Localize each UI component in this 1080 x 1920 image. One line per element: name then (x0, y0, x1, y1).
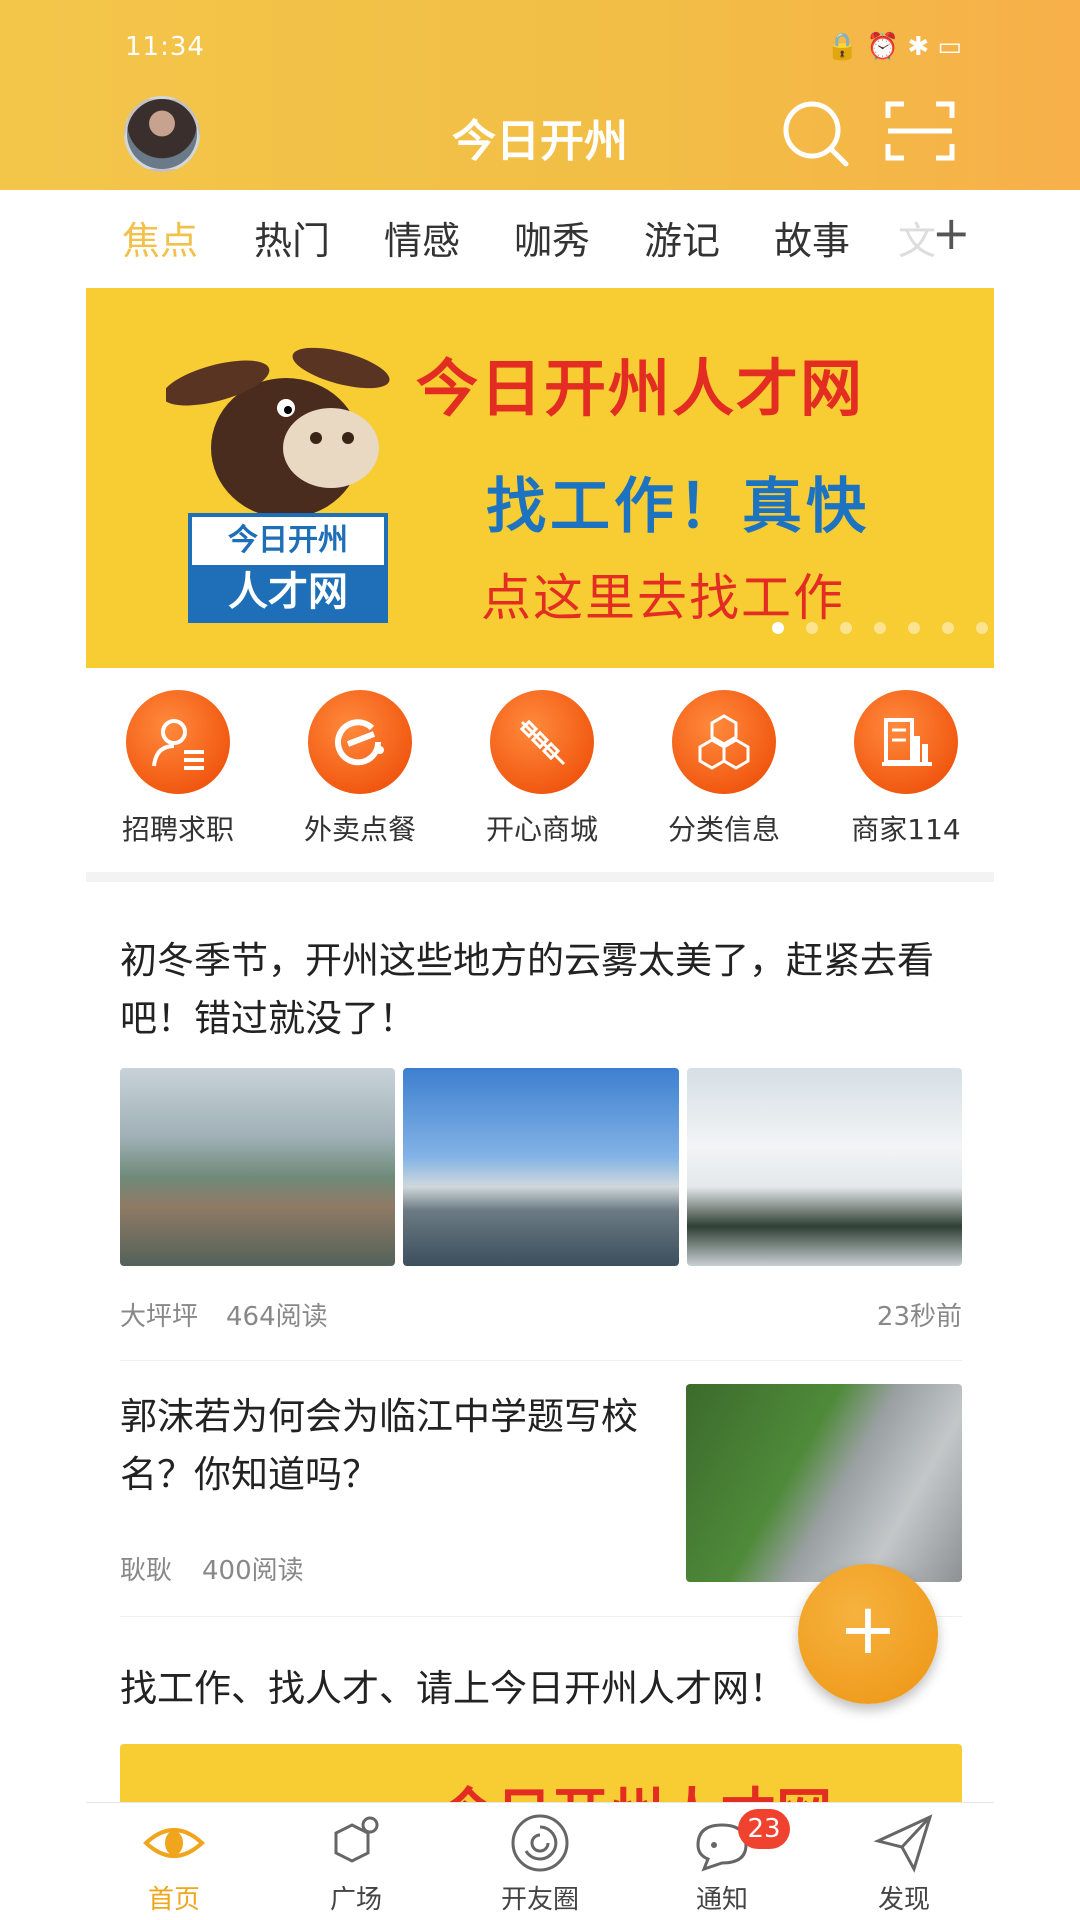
banner-title: 今日开州人才网 (416, 352, 865, 425)
search-icon[interactable] (780, 98, 852, 170)
carousel-dot[interactable] (840, 622, 852, 634)
article-thumbnail[interactable] (120, 1068, 396, 1266)
article-author[interactable]: 耿耿 (120, 1550, 172, 1587)
bottom-nav: 首页 广场 开友圈 23 通知 发现 (86, 1802, 994, 1920)
quick-recruit-label: 招聘求职 (121, 813, 234, 846)
quick-takeout[interactable]: 外卖点餐 (280, 690, 440, 848)
paper-plane-icon (873, 1814, 933, 1873)
article-banner-text: 今日开州人才网 (440, 1770, 832, 1804)
e-logo-icon (308, 690, 412, 794)
nav-notify-label: 通知 (695, 1885, 748, 1915)
tab-kaxiu[interactable]: 咖秀 (514, 210, 590, 265)
carousel-dot[interactable] (908, 622, 920, 634)
nav-home[interactable]: 首页 (104, 1811, 244, 1916)
article-author[interactable]: 大坪坪 (120, 1296, 198, 1333)
article-image-row[interactable] (120, 1068, 962, 1266)
quick-classified[interactable]: 分类信息 (644, 690, 804, 848)
quick-merchant-label: 商家114 (851, 813, 961, 846)
category-tabs: 焦点 热门 情感 咖秀 游记 故事 文 + (86, 190, 994, 286)
honeycomb-icon (672, 690, 776, 794)
divider (120, 1360, 962, 1361)
nav-square-label: 广场 (329, 1885, 382, 1915)
article-title[interactable]: 初冬季节，开州这些地方的云雾太美了，赶紧去看吧！错过就没了！ (120, 932, 970, 1048)
donkey-mascot-icon (166, 347, 390, 518)
promo-banner[interactable]: 今日开州 人才网 今日开州人才网 找工作！真快 点这里去找工作 (86, 288, 994, 668)
status-icons: 🔒 ⏰ ✱ ▭ (826, 32, 962, 62)
hexagon-icon (334, 1816, 379, 1863)
tab-hot[interactable]: 热门 (254, 210, 330, 265)
tab-partial[interactable]: 文 (898, 210, 936, 265)
tab-story[interactable]: 故事 (774, 210, 850, 265)
carousel-dot[interactable] (942, 622, 954, 634)
eye-icon (143, 1828, 205, 1858)
quick-recruit[interactable]: 招聘求职 (98, 690, 258, 848)
nav-circle[interactable]: 开友圈 (470, 1811, 610, 1916)
nav-circle-label: 开友圈 (500, 1885, 579, 1915)
status-time: 11:34 (125, 32, 205, 62)
quick-mall[interactable]: 开心商城 (462, 690, 622, 848)
person-list-icon (126, 690, 230, 794)
carousel-dot[interactable] (772, 622, 784, 634)
app-header: 11:34 🔒 ⏰ ✱ ▭ 今日开州 (0, 0, 1080, 190)
banner-logo: 今日开州 人才网 (188, 513, 388, 623)
article-banner[interactable]: 今日开州人才网 (120, 1744, 962, 1804)
banner-cta: 点这里去找工作 (481, 569, 845, 627)
skewer-icon (490, 690, 594, 794)
nav-square[interactable]: 广场 (286, 1811, 426, 1916)
tab-focus[interactable]: 焦点 (122, 210, 198, 265)
quick-takeout-label: 外卖点餐 (303, 813, 416, 846)
article-thumbnail[interactable] (686, 1068, 962, 1266)
nav-discover[interactable]: 发现 (834, 1811, 974, 1916)
article-thumbnail[interactable] (403, 1068, 679, 1266)
quick-merchant[interactable]: 商家114 (826, 690, 986, 848)
carousel-dots (772, 622, 988, 634)
spiral-icon (511, 1814, 569, 1872)
scan-icon[interactable] (884, 98, 956, 164)
nav-notify[interactable]: 23 通知 (652, 1809, 792, 1916)
tab-travel[interactable]: 游记 (644, 210, 720, 265)
section-divider (86, 872, 994, 882)
carousel-dot[interactable] (874, 622, 886, 634)
add-post-button[interactable]: + (798, 1564, 938, 1704)
article-time: 23秒前 (876, 1302, 962, 1332)
quick-classified-label: 分类信息 (667, 813, 780, 846)
nav-discover-label: 发现 (877, 1885, 930, 1915)
carousel-dot[interactable] (976, 622, 988, 634)
building-chart-icon (854, 690, 958, 794)
article-reads: 464阅读 (226, 1302, 328, 1332)
article-reads: 400阅读 (202, 1556, 304, 1586)
banner-slogan: 找工作！真快 (486, 472, 870, 542)
tab-emotion[interactable]: 情感 (384, 210, 460, 265)
nav-home-label: 首页 (147, 1885, 200, 1915)
add-tab-icon[interactable]: + (932, 206, 971, 260)
notification-badge: 23 (738, 1809, 790, 1849)
article-title[interactable]: 郭沫若为何会为临江中学题写校名？你知道吗？ (120, 1388, 680, 1504)
quick-menu: 招聘求职 外卖点餐 开心商城 分类信息 商家114 (86, 670, 994, 870)
carousel-dot[interactable] (806, 622, 818, 634)
quick-mall-label: 开心商城 (485, 813, 598, 846)
article-thumbnail[interactable] (686, 1384, 962, 1582)
